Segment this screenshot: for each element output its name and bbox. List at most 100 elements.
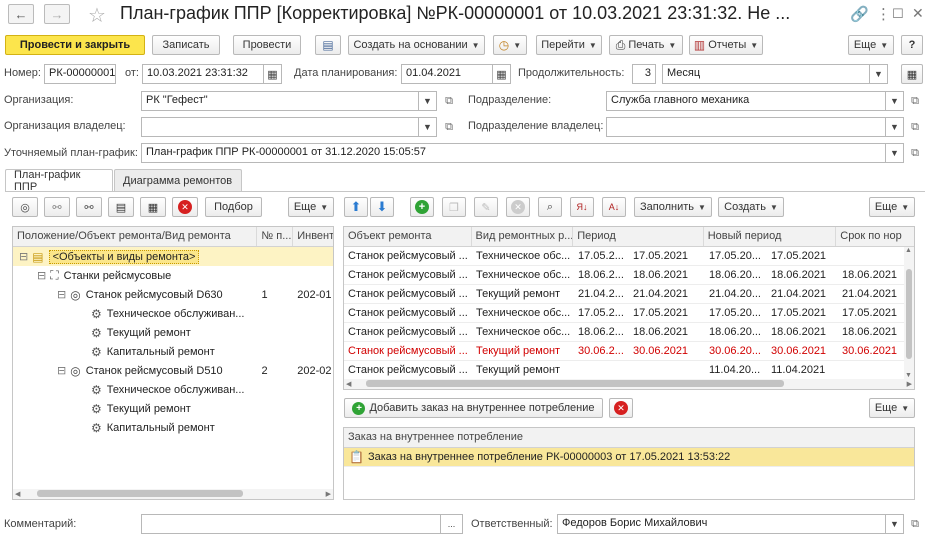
move-down-button[interactable]: ⬇ bbox=[370, 197, 394, 217]
plan-date-field[interactable]: 01.04.2021 bbox=[401, 64, 493, 84]
add-row-button[interactable]: + bbox=[410, 197, 434, 217]
repairs-horizontal-scrollbar[interactable]: ◀ ▶ bbox=[344, 379, 914, 389]
go-to-button[interactable]: Перейти ▼ bbox=[536, 35, 602, 55]
tree-row[interactable]: ⊟ ◎ Станок рейсмусовый D630 1 202-01 bbox=[13, 285, 333, 304]
refined-plan-dropdown[interactable]: ▼ bbox=[886, 143, 904, 163]
tree-row[interactable]: ⚙ Техническое обслуживан... bbox=[13, 380, 333, 399]
tab-repair-diagram[interactable]: Диаграмма ремонтов bbox=[114, 169, 242, 191]
repair-row[interactable]: Станок рейсмусовый ... Техническое обс...… bbox=[344, 266, 914, 285]
responsible-dropdown[interactable]: ▼ bbox=[886, 514, 904, 534]
sort-desc-button[interactable]: А↓ bbox=[602, 197, 626, 217]
column-norm-term[interactable]: Срок по нор bbox=[836, 227, 914, 246]
link-icon[interactable]: 🔗 bbox=[850, 5, 869, 23]
left-tool-5-button[interactable]: ▦ bbox=[140, 197, 166, 217]
responsible-open-button[interactable]: ⧉ bbox=[906, 514, 924, 534]
post-and-close-button[interactable]: Провести и закрыть bbox=[5, 35, 145, 55]
repair-objects-tree[interactable]: Положение/Объект ремонта/Вид ремонта № п… bbox=[12, 226, 334, 500]
comment-field[interactable] bbox=[141, 514, 441, 534]
duration-unit-dropdown[interactable]: ▼ bbox=[870, 64, 888, 84]
find-button[interactable]: ⌕ bbox=[538, 197, 562, 217]
responsible-field[interactable]: Федоров Борис Михайлович bbox=[557, 514, 886, 534]
organization-open-button[interactable]: ⧉ bbox=[440, 91, 458, 111]
plan-date-picker-button[interactable]: ▦ bbox=[493, 64, 511, 84]
date-field[interactable]: 10.03.2021 23:31:32 bbox=[142, 64, 264, 84]
number-field[interactable]: РК-00000001 bbox=[44, 64, 116, 84]
right-more-button[interactable]: Еще ▼ bbox=[869, 197, 915, 217]
column-new-period[interactable]: Новый период bbox=[704, 227, 837, 246]
orders-more-button[interactable]: Еще ▼ bbox=[869, 398, 915, 418]
dept-owner-dropdown[interactable]: ▼ bbox=[886, 117, 904, 137]
tree-row[interactable]: ⊟ ⛶ Станки рейсмусовые bbox=[13, 266, 333, 285]
department-open-button[interactable]: ⧉ bbox=[906, 91, 924, 111]
dept-owner-field[interactable] bbox=[606, 117, 886, 137]
create-button[interactable]: Создать ▼ bbox=[718, 197, 784, 217]
repair-row[interactable]: Станок рейсмусовый ... Текущий ремонт 21.0… bbox=[344, 285, 914, 304]
maximize-icon[interactable]: ☐ bbox=[892, 6, 904, 22]
tree-row[interactable]: ⊟ ▤ <Объекты и виды ремонта> bbox=[13, 247, 333, 266]
delete-order-button[interactable]: ✕ bbox=[609, 398, 633, 418]
orders-grid[interactable]: Заказ на внутреннее потребление 📋 Заказ … bbox=[343, 427, 915, 500]
tree-horizontal-scrollbar[interactable]: ◀ ▶ bbox=[13, 489, 333, 499]
close-icon[interactable]: ✕ bbox=[912, 5, 924, 22]
refined-plan-field[interactable]: План-график ППР РК-00000001 от 31.12.202… bbox=[141, 143, 886, 163]
select-button[interactable]: Подбор bbox=[205, 197, 262, 217]
sort-asc-button[interactable]: Я↓ bbox=[570, 197, 594, 217]
left-tool-2-button[interactable]: ⚯ bbox=[44, 197, 70, 217]
column-inventory[interactable]: Инвент bbox=[293, 227, 333, 246]
column-internal-order[interactable]: Заказ на внутреннее потребление bbox=[344, 428, 914, 447]
tab-ppr-schedule[interactable]: План-график ППР bbox=[5, 169, 113, 193]
repair-row[interactable]: Станок рейсмусовый ... Техническое обс...… bbox=[344, 323, 914, 342]
more-button[interactable]: Еще ▼ bbox=[848, 35, 894, 55]
left-tool-3-button[interactable]: ⚯ bbox=[76, 197, 102, 217]
repair-row[interactable]: Станок рейсмусовый ... Техническое обс...… bbox=[344, 247, 914, 266]
left-tool-1-button[interactable]: ◎ bbox=[12, 197, 38, 217]
column-repair-object[interactable]: Объект ремонта bbox=[344, 227, 472, 246]
scroll-down-icon[interactable]: ▼ bbox=[905, 372, 912, 379]
duration-value-field[interactable]: 3 bbox=[632, 64, 656, 84]
delete-row-button[interactable]: ✕ bbox=[506, 197, 530, 217]
create-based-on-button[interactable]: Создать на основании ▼ bbox=[348, 35, 485, 55]
edit-row-button[interactable]: ✎ bbox=[474, 197, 498, 217]
post-button[interactable]: Провести bbox=[233, 35, 301, 55]
copy-row-button[interactable]: ❐ bbox=[442, 197, 466, 217]
document-list-button[interactable]: ▤ bbox=[315, 35, 341, 55]
dept-owner-open-button[interactable]: ⧉ bbox=[906, 117, 924, 137]
department-field[interactable]: Служба главного механика bbox=[606, 91, 886, 111]
back-button[interactable]: ← bbox=[8, 4, 34, 24]
repairs-grid[interactable]: Объект ремонта Вид ремонтных р... Период… bbox=[343, 226, 915, 390]
left-more-button[interactable]: Еще ▼ bbox=[288, 197, 334, 217]
tree-row[interactable]: ⊟ ◎ Станок рейсмусовый D510 2 202-02 bbox=[13, 361, 333, 380]
tree-scroll-thumb[interactable] bbox=[37, 490, 243, 497]
collapse-toggle-icon[interactable]: ⊟ bbox=[57, 288, 66, 301]
org-owner-field[interactable] bbox=[141, 117, 419, 137]
scroll-right-icon[interactable]: ▶ bbox=[326, 490, 331, 498]
print-button[interactable]: ⎙ Печать ▼ bbox=[609, 35, 683, 55]
tree-row[interactable]: ⚙ Капитальный ремонт bbox=[13, 418, 333, 437]
organization-field[interactable]: РК "Гефест" bbox=[141, 91, 419, 111]
left-delete-button[interactable]: ✕ bbox=[172, 197, 198, 217]
date-picker-button[interactable]: ▦ bbox=[264, 64, 282, 84]
column-position[interactable]: Положение/Объект ремонта/Вид ремонта bbox=[13, 227, 258, 246]
scroll-left-icon[interactable]: ◀ bbox=[346, 380, 351, 388]
department-dropdown[interactable]: ▼ bbox=[886, 91, 904, 111]
help-button[interactable]: ? bbox=[901, 35, 923, 55]
scroll-right-icon[interactable]: ▶ bbox=[907, 380, 912, 388]
scroll-up-icon[interactable]: ▲ bbox=[905, 247, 912, 254]
menu-dots-icon[interactable]: ⋮ bbox=[876, 5, 891, 23]
tree-row[interactable]: ⚙ Текущий ремонт bbox=[13, 399, 333, 418]
scroll-left-icon[interactable]: ◀ bbox=[15, 490, 20, 498]
fill-button[interactable]: Заполнить ▼ bbox=[634, 197, 712, 217]
org-owner-dropdown[interactable]: ▼ bbox=[419, 117, 437, 137]
repair-row[interactable]: Станок рейсмусовый ... Техническое обс...… bbox=[344, 304, 914, 323]
calculator-button[interactable]: ▦ bbox=[901, 64, 923, 84]
repair-row[interactable]: Станок рейсмусовый ... Текущий ремонт 11.0… bbox=[344, 361, 914, 380]
tree-row[interactable]: ⚙ Капитальный ремонт bbox=[13, 342, 333, 361]
forward-button[interactable]: → bbox=[44, 4, 70, 24]
add-internal-order-button[interactable]: + Добавить заказ на внутреннее потреблени… bbox=[344, 398, 603, 418]
favorite-star-icon[interactable]: ☆ bbox=[88, 3, 106, 28]
tree-row[interactable]: ⚙ Техническое обслуживан... bbox=[13, 304, 333, 323]
duration-unit-field[interactable]: Месяц bbox=[662, 64, 870, 84]
tree-row[interactable]: ⚙ Текущий ремонт bbox=[13, 323, 333, 342]
collapse-toggle-icon[interactable]: ⊟ bbox=[57, 364, 66, 377]
column-period[interactable]: Период bbox=[573, 227, 704, 246]
